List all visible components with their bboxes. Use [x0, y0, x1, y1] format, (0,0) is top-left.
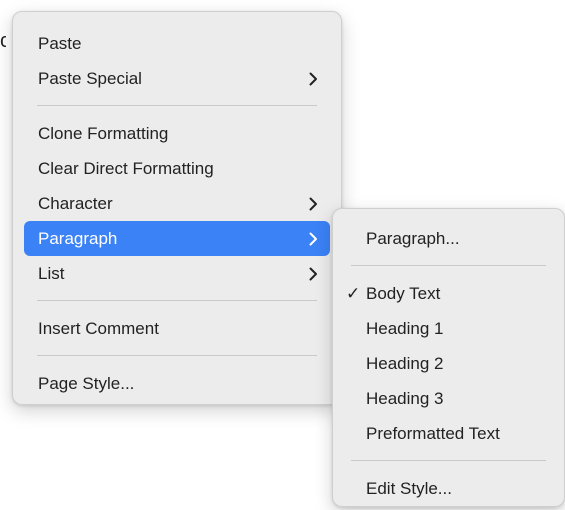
submenu-item-label: Preformatted Text — [366, 424, 500, 443]
checkmark-icon: ✓ — [346, 284, 361, 303]
submenu-item-label: Heading 3 — [366, 389, 444, 408]
submenu-item-edit-style[interactable]: Edit Style... — [339, 471, 556, 506]
menu-item-label: Clear Direct Formatting — [38, 159, 214, 178]
submenu-item-heading-3[interactable]: Heading 3 — [339, 381, 556, 416]
menu-item-page-style[interactable]: Page Style... — [24, 366, 330, 401]
menu-item-paste-special[interactable]: Paste Special — [24, 61, 330, 96]
menu-item-label: Clone Formatting — [38, 124, 169, 143]
chevron-right-icon — [306, 221, 320, 256]
chevron-right-icon — [306, 256, 320, 291]
submenu-item-label: Body Text — [366, 284, 441, 303]
context-menu: Paste Paste Special Clone Formatting Cle… — [12, 11, 342, 405]
menu-item-insert-comment[interactable]: Insert Comment — [24, 311, 330, 346]
submenu-item-label: Heading 1 — [366, 319, 444, 338]
paragraph-submenu: Paragraph... ✓ Body Text Heading 1 Headi… — [332, 208, 565, 507]
menu-item-character[interactable]: Character — [24, 186, 330, 221]
menu-separator — [37, 355, 317, 356]
background-text-fragment: c — [0, 30, 6, 52]
menu-item-list[interactable]: List — [24, 256, 330, 291]
submenu-item-label: Edit Style... — [366, 479, 452, 498]
submenu-item-preformatted-text[interactable]: Preformatted Text — [339, 416, 556, 451]
menu-item-clear-direct-formatting[interactable]: Clear Direct Formatting — [24, 151, 330, 186]
menu-item-label: Character — [38, 194, 113, 213]
menu-item-clone-formatting[interactable]: Clone Formatting — [24, 116, 330, 151]
menu-separator — [351, 460, 546, 461]
menu-item-paragraph[interactable]: Paragraph — [24, 221, 330, 256]
menu-item-label: Page Style... — [38, 374, 135, 393]
submenu-item-body-text[interactable]: ✓ Body Text — [339, 276, 556, 311]
menu-separator — [37, 105, 317, 106]
menu-item-label: Paste Special — [38, 69, 142, 88]
chevron-right-icon — [306, 186, 320, 221]
submenu-item-heading-1[interactable]: Heading 1 — [339, 311, 556, 346]
menu-separator — [351, 265, 546, 266]
menu-item-label: Paragraph — [38, 229, 118, 248]
menu-item-paste[interactable]: Paste — [24, 26, 330, 61]
menu-item-label: Insert Comment — [38, 319, 159, 338]
submenu-item-heading-2[interactable]: Heading 2 — [339, 346, 556, 381]
submenu-item-label: Heading 2 — [366, 354, 444, 373]
submenu-item-label: Paragraph... — [366, 229, 460, 248]
menu-separator — [37, 300, 317, 301]
menu-item-label: Paste — [38, 34, 82, 53]
chevron-right-icon — [306, 61, 320, 96]
menu-item-label: List — [38, 264, 65, 283]
submenu-item-paragraph-dialog[interactable]: Paragraph... — [339, 221, 556, 256]
